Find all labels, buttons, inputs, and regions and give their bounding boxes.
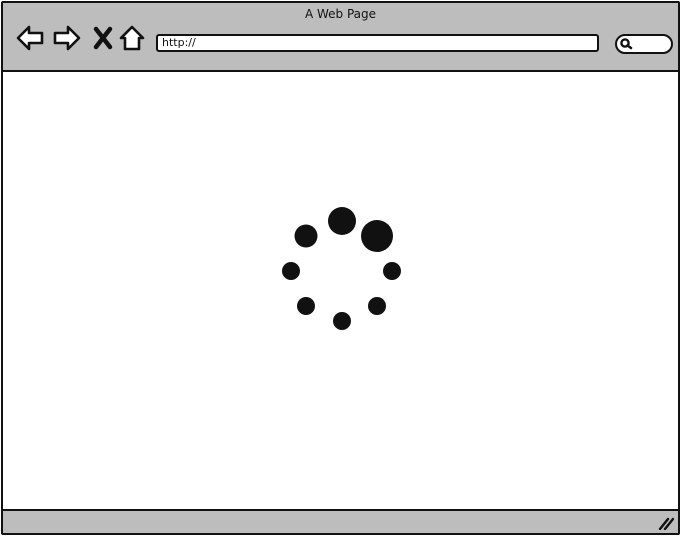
resize-grip-icon[interactable] <box>658 516 674 530</box>
search-box[interactable] <box>615 34 673 54</box>
spinner-dot <box>282 262 300 280</box>
spinner-dot <box>361 220 393 252</box>
spinner-dot <box>297 297 315 315</box>
forward-button[interactable] <box>52 23 82 53</box>
spinner-dot <box>328 207 356 235</box>
page-content <box>3 72 678 511</box>
stop-button[interactable] <box>89 23 119 53</box>
back-arrow-icon <box>16 25 44 51</box>
search-icon <box>620 38 633 50</box>
spinner-dot <box>294 224 318 248</box>
back-button[interactable] <box>15 23 45 53</box>
loading-spinner-icon <box>282 207 401 330</box>
forward-arrow-icon <box>53 25 81 51</box>
title-bar: A Web Page http:// <box>3 3 678 72</box>
spinner-dot <box>368 297 386 315</box>
home-icon <box>119 25 145 51</box>
spinner-dot <box>383 262 401 280</box>
stop-x-icon <box>93 26 113 50</box>
address-bar[interactable]: http:// <box>156 34 599 52</box>
status-bar <box>3 509 678 533</box>
spinner-dot <box>333 312 351 330</box>
home-button[interactable] <box>117 23 147 53</box>
window-title: A Web Page <box>304 7 377 21</box>
browser-window: A Web Page http:// <box>1 1 680 535</box>
